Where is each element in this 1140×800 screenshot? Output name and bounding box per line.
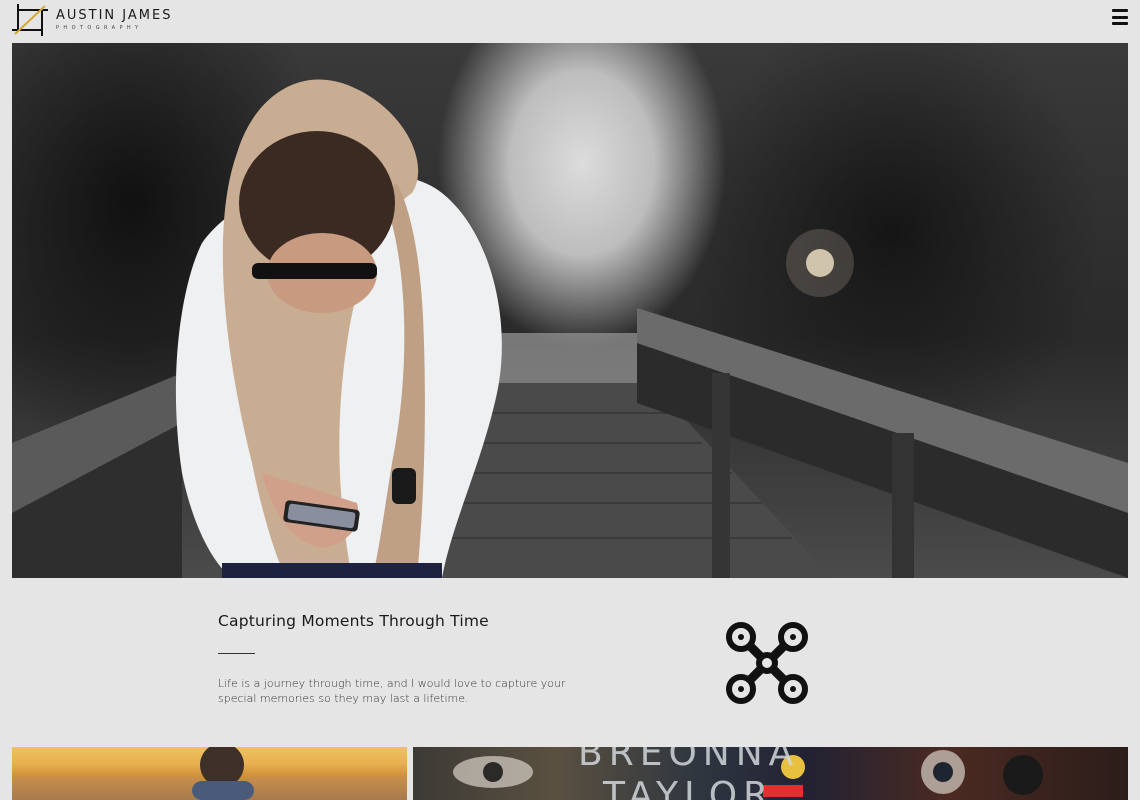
mural-text-1: BREONNA [578,747,800,774]
hamburger-menu-icon[interactable] [1112,9,1128,25]
brand-logo[interactable]: AUSTIN JAMES PHOTOGRAPHY [12,3,172,37]
intro-text: Life is a journey through time, and I wo… [218,677,566,705]
gallery-item-mural[interactable]: BREONNA TAYLOR [413,747,1128,800]
brand-name: AUSTIN JAMES [56,7,173,23]
gallery-item-beach[interactable] [12,747,407,800]
mural-text-2: TAYLOR [603,775,775,800]
brand-tagline: PHOTOGRAPHY [56,24,143,31]
title-divider [218,653,255,654]
drone-icon [724,620,810,706]
site-header: AUSTIN JAMES PHOTOGRAPHY [0,0,1140,43]
hero-image [12,43,1128,578]
logo-crop-icon [12,4,48,36]
intro-title: Capturing Moments Through Time [218,612,489,630]
